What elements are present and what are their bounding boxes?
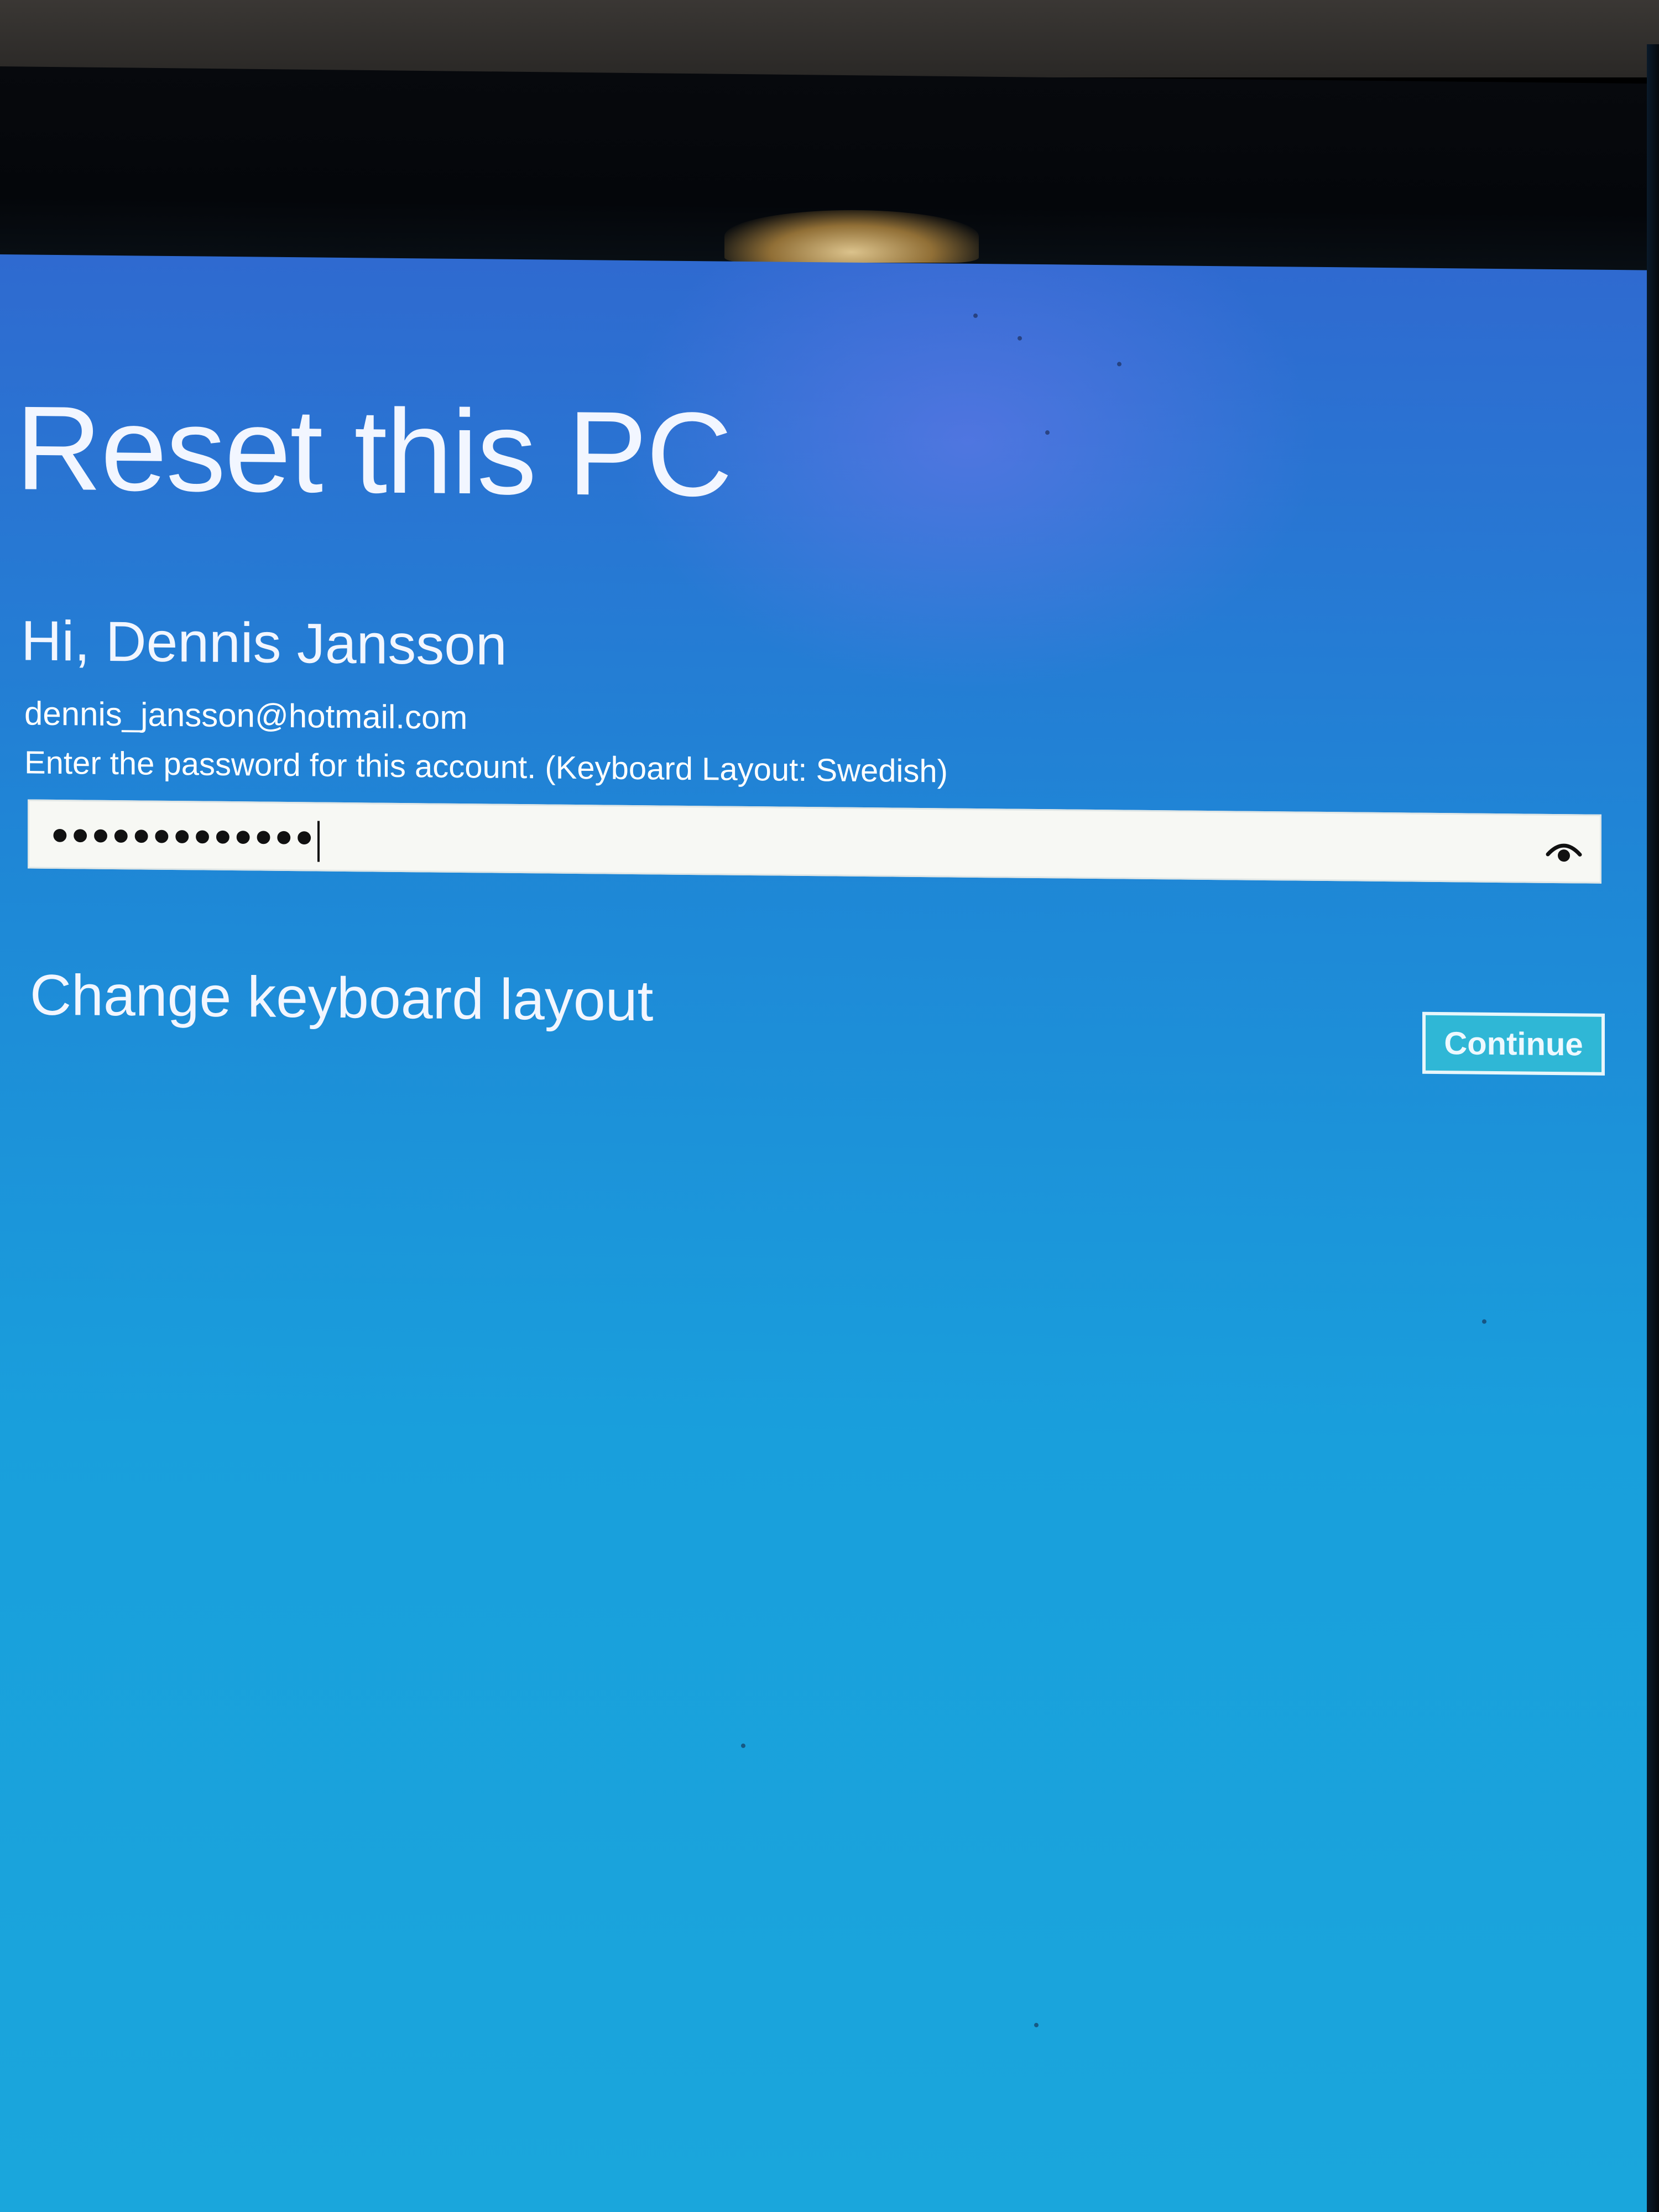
reset-pc-screen: Reset this PC Hi, Dennis Jansson dennis_… bbox=[0, 254, 1648, 2212]
continue-button[interactable]: Continue bbox=[1422, 1011, 1605, 1076]
dust-speck bbox=[1117, 362, 1121, 367]
dust-speck bbox=[1034, 2022, 1039, 2028]
dust-speck bbox=[741, 1743, 745, 1748]
dust-speck bbox=[1045, 430, 1050, 435]
password-instruction: Enter the password for this account. (Ke… bbox=[24, 744, 948, 790]
text-caret bbox=[317, 821, 320, 862]
dust-speck bbox=[1018, 336, 1022, 341]
reset-pc-content: Reset this PC Hi, Dennis Jansson dennis_… bbox=[0, 254, 1648, 2212]
dust-speck bbox=[1482, 1319, 1486, 1324]
monitor-side-edge bbox=[1647, 44, 1659, 2212]
dust-speck bbox=[973, 313, 978, 318]
continue-button-label: Continue bbox=[1444, 1025, 1583, 1062]
account-email: dennis_jansson@hotmail.com bbox=[24, 695, 468, 737]
change-keyboard-layout-link[interactable]: Change keyboard layout bbox=[30, 963, 653, 1035]
page-title: Reset this PC bbox=[15, 380, 732, 521]
account-greeting: Hi, Dennis Jansson bbox=[21, 609, 507, 677]
photo-frame: Reset this PC Hi, Dennis Jansson dennis_… bbox=[0, 0, 1659, 2212]
bezel-light-reflection bbox=[724, 210, 979, 263]
password-field[interactable]: ••••••••••••• bbox=[28, 799, 1601, 884]
eye-icon[interactable] bbox=[1545, 831, 1583, 870]
room-background bbox=[0, 0, 1659, 77]
password-dots: ••••••••••••• bbox=[51, 807, 316, 865]
password-masked-value[interactable]: ••••••••••••• bbox=[51, 805, 320, 868]
